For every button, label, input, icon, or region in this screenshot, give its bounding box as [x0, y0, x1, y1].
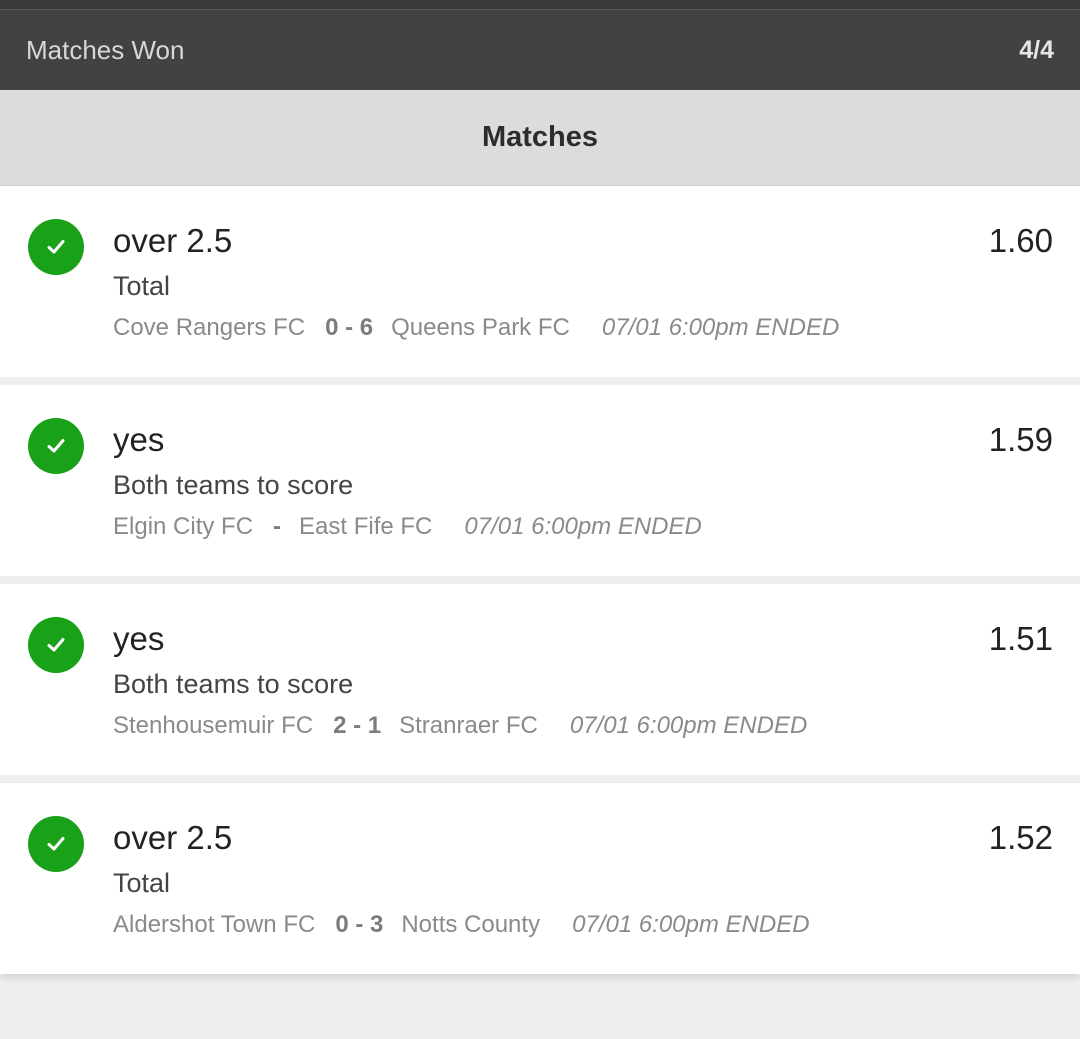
odds-value: 1.51: [988, 620, 1053, 657]
pick-label: yes: [113, 620, 165, 657]
market-label: Both teams to score: [113, 669, 354, 699]
check-icon: [28, 816, 84, 872]
score: 0 - 3: [335, 911, 384, 938]
matches-won-value: 4/4: [1019, 35, 1054, 64]
match-line: Stenhousemuir FC 2 - 1 Stranraer FC 07/01 6…: [113, 712, 807, 740]
odds-value: 1.52: [988, 819, 1053, 856]
check-icon: [28, 219, 84, 275]
check-icon: [28, 617, 84, 673]
match-time-status: 07/01 6:00pm ENDED: [601, 314, 840, 341]
match-time-status: 07/01 6:00pm ENDED: [569, 712, 808, 739]
odds-value: 1.60: [988, 222, 1053, 259]
matches-won-bar: Matches Won 4/4: [0, 10, 1080, 90]
matches-title: Matches: [481, 121, 599, 153]
top-edge: [0, 0, 1080, 10]
away-team: Notts County: [401, 911, 541, 938]
market-label: Both teams to score: [113, 470, 354, 500]
matches-won-label: Matches Won: [26, 34, 185, 65]
matches-list: over 2.5 1.60 Total Cove Rangers FC 0 - 6…: [0, 186, 1080, 974]
home-team: Cove Rangers FC: [113, 314, 306, 341]
home-team: Aldershot Town FC: [113, 911, 316, 938]
away-team: East Fife FC: [299, 513, 433, 540]
matches-section-header: Matches: [0, 90, 1080, 186]
home-team: Stenhousemuir FC: [113, 712, 314, 739]
pick-label: yes: [113, 421, 165, 458]
match-line: Aldershot Town FC 0 - 3 Notts County 07/01 …: [113, 911, 810, 939]
score: -: [273, 513, 282, 540]
match-time-status: 07/01 6:00pm ENDED: [572, 911, 810, 938]
score: 2 - 1: [333, 712, 382, 739]
match-time-status: 07/01 6:00pm ENDED: [464, 513, 702, 540]
match-card[interactable]: yes 1.59 Both teams to score Elgin City …: [0, 385, 1080, 576]
pick-label: over 2.5: [113, 222, 233, 259]
market-label: Total: [113, 868, 171, 898]
match-card[interactable]: over 2.5 1.60 Total Cove Rangers FC 0 - 6…: [0, 186, 1080, 377]
odds-value: 1.59: [988, 421, 1053, 458]
away-team: Stranraer FC: [399, 712, 538, 739]
match-card[interactable]: yes 1.51 Both teams to score Stenhousemu…: [0, 584, 1080, 775]
away-team: Queens Park FC: [391, 314, 570, 341]
match-line: Cove Rangers FC 0 - 6 Queens Park FC 07/01 …: [113, 314, 839, 342]
check-icon: [28, 418, 84, 474]
match-card[interactable]: over 2.5 1.52 Total Aldershot Town FC 0 -…: [0, 783, 1080, 974]
match-line: Elgin City FC - East Fife FC 07/01 6:00pm E…: [113, 513, 702, 541]
pick-label: over 2.5: [113, 819, 233, 856]
market-label: Total: [113, 271, 171, 301]
score: 0 - 6: [325, 314, 374, 341]
home-team: Elgin City FC: [113, 513, 254, 540]
